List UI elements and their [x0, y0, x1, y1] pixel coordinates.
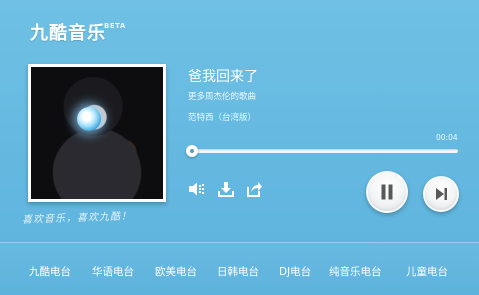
progress-knob[interactable] [186, 145, 198, 157]
volume-icon[interactable] [187, 180, 205, 198]
album-name[interactable]: 范特西（台湾版） [188, 111, 256, 123]
glowing-orb [77, 107, 101, 131]
album-art-image [31, 67, 163, 199]
station-instrumental[interactable]: 纯音乐电台 [329, 264, 382, 279]
slogan-text: 喜欢音乐，喜欢九酷！ [21, 211, 133, 226]
download-icon[interactable] [217, 180, 235, 198]
next-icon [436, 188, 447, 200]
station-jiuku[interactable]: 九酷电台 [29, 264, 71, 279]
station-chinese[interactable]: 华语电台 [92, 264, 134, 279]
station-list: 九酷电台 华语电台 欧美电台 日韩电台 DJ电台 纯音乐电台 儿童电台 [0, 264, 479, 280]
beta-badge: BETA [104, 22, 126, 30]
album-cover [28, 64, 166, 202]
next-button[interactable] [423, 176, 459, 212]
pause-icon [381, 184, 393, 200]
progress-track[interactable] [192, 149, 458, 153]
elapsed-time: 00:04 [436, 133, 458, 142]
station-western[interactable]: 欧美电台 [155, 264, 197, 279]
app-title: 九酷音乐 [30, 23, 106, 44]
station-children[interactable]: 儿童电台 [406, 264, 448, 279]
station-dj[interactable]: DJ电台 [279, 264, 311, 279]
share-icon[interactable] [245, 180, 263, 198]
song-title: 爸我回来了 [188, 69, 258, 85]
pause-button[interactable] [366, 171, 408, 213]
station-jpkr[interactable]: 日韩电台 [217, 264, 259, 279]
more-songs-link[interactable]: 更多周杰伦的歌曲 [188, 90, 256, 102]
